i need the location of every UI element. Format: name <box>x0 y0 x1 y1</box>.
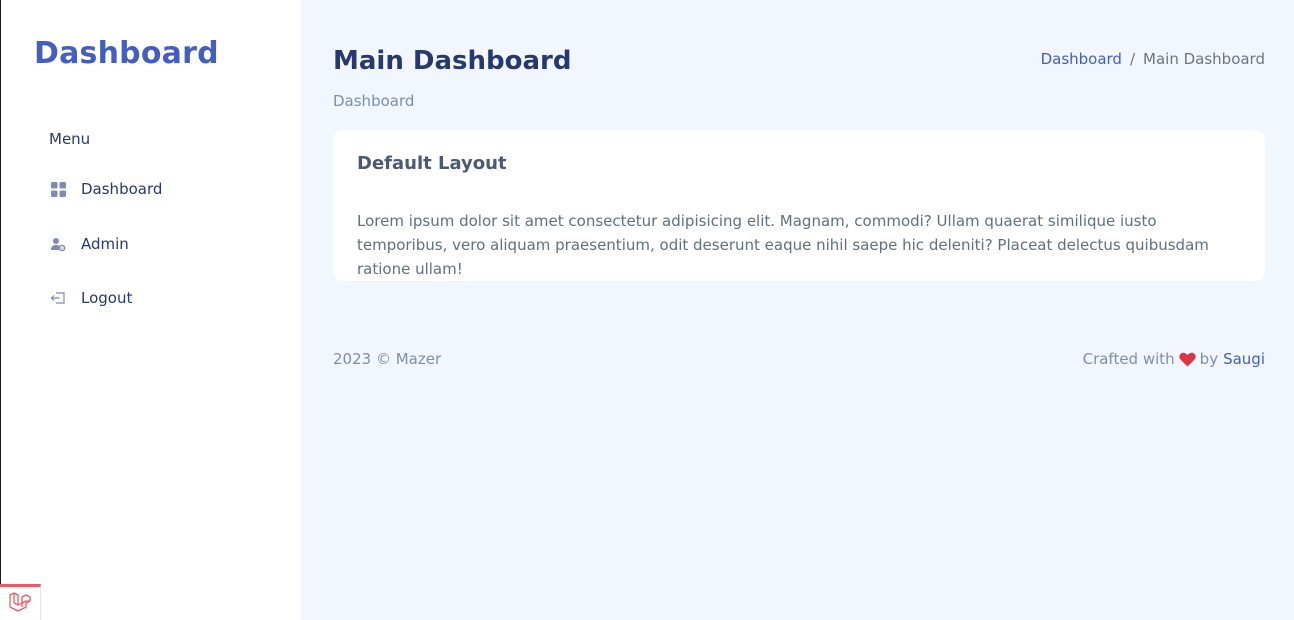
sidebar-item-logout[interactable]: Logout <box>49 289 132 307</box>
footer-author-link[interactable]: Saugi <box>1223 350 1265 368</box>
main-content: Main Dashboard Dashboard Dashboard / Mai… <box>301 0 1294 620</box>
page-title: Main Dashboard <box>333 46 572 76</box>
breadcrumb-separator: / <box>1129 50 1136 68</box>
user-gear-icon <box>49 235 67 253</box>
sidebar-item-dashboard[interactable]: Dashboard <box>49 180 162 198</box>
grid-icon <box>49 180 67 198</box>
breadcrumb-current: Main Dashboard <box>1143 50 1265 68</box>
logout-icon <box>49 289 67 307</box>
content-card: Default Layout Lorem ipsum dolor sit ame… <box>333 130 1265 281</box>
footer-copyright: 2023 © Mazer <box>333 350 442 368</box>
brand-logo[interactable]: Dashboard <box>34 36 219 71</box>
sidebar: Dashboard Menu Dashboard Admin Logout <box>1 0 301 620</box>
footer-by-text: by <box>1199 350 1219 368</box>
footer-crafted-text: Crafted with <box>1082 350 1175 368</box>
sidebar-menu-title: Menu <box>49 130 91 148</box>
breadcrumb: Dashboard / Main Dashboard <box>1041 50 1265 68</box>
heart-icon <box>1179 352 1196 367</box>
card-body: Lorem ipsum dolor sit amet consectetur a… <box>357 212 1209 278</box>
laravel-debugbar-badge[interactable] <box>0 584 41 620</box>
sidebar-item-admin[interactable]: Admin <box>49 235 129 253</box>
breadcrumb-link-dashboard[interactable]: Dashboard <box>1041 50 1122 68</box>
footer-credit: Crafted with by Saugi <box>1083 350 1265 368</box>
sidebar-item-label: Admin <box>81 235 129 253</box>
sidebar-item-label: Logout <box>81 289 133 307</box>
sidebar-item-label: Dashboard <box>81 180 163 198</box>
laravel-icon <box>8 591 32 617</box>
app-root: Dashboard Menu Dashboard Admin Logout Ma… <box>0 0 1294 620</box>
page-subtitle: Dashboard <box>333 92 415 110</box>
card-title: Default Layout <box>357 153 507 174</box>
